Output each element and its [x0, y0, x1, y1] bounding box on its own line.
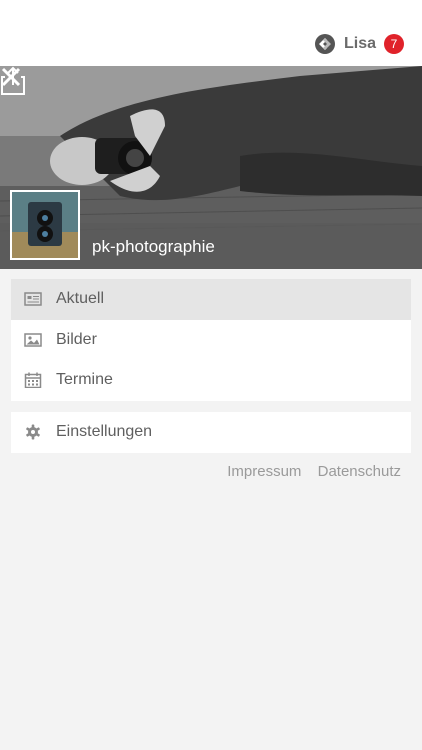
menu-label: Aktuell — [56, 290, 105, 308]
secondary-menu: Einstellungen — [11, 412, 411, 453]
gear-icon — [26, 424, 40, 440]
menu-item-bilder[interactable]: Bilder — [11, 320, 411, 361]
menu-label: Einstellungen — [56, 423, 153, 441]
app-logo-icon — [314, 34, 335, 54]
newspaper-icon — [24, 292, 42, 306]
empty-content-area — [0, 490, 422, 750]
close-icon[interactable] — [0, 66, 22, 88]
avatar-image — [12, 192, 78, 258]
calendar-icon — [24, 372, 42, 388]
menu-item-aktuell[interactable]: Aktuell — [11, 279, 411, 320]
footer-links: Impressum Datenschutz — [215, 463, 401, 480]
user-menu[interactable]: Lisa 7 — [314, 33, 404, 55]
menu-item-einstellungen[interactable]: Einstellungen — [11, 412, 411, 453]
primary-menu: Aktuell Bilder Termine — [11, 279, 411, 401]
user-name[interactable]: Lisa — [344, 35, 376, 53]
image-icon — [24, 332, 42, 347]
datenschutz-link[interactable]: Datenschutz — [318, 463, 401, 480]
top-bar: Lisa 7 — [0, 0, 422, 66]
page-avatar[interactable] — [10, 190, 80, 260]
page-name: pk-photographie — [92, 237, 215, 256]
cover-image: pk-photographie — [0, 66, 422, 269]
impressum-link[interactable]: Impressum — [227, 463, 301, 480]
menu-label: Termine — [56, 371, 113, 389]
menu-item-termine[interactable]: Termine — [11, 360, 411, 401]
menu-label: Bilder — [56, 330, 97, 348]
notification-badge[interactable]: 7 — [384, 34, 404, 54]
